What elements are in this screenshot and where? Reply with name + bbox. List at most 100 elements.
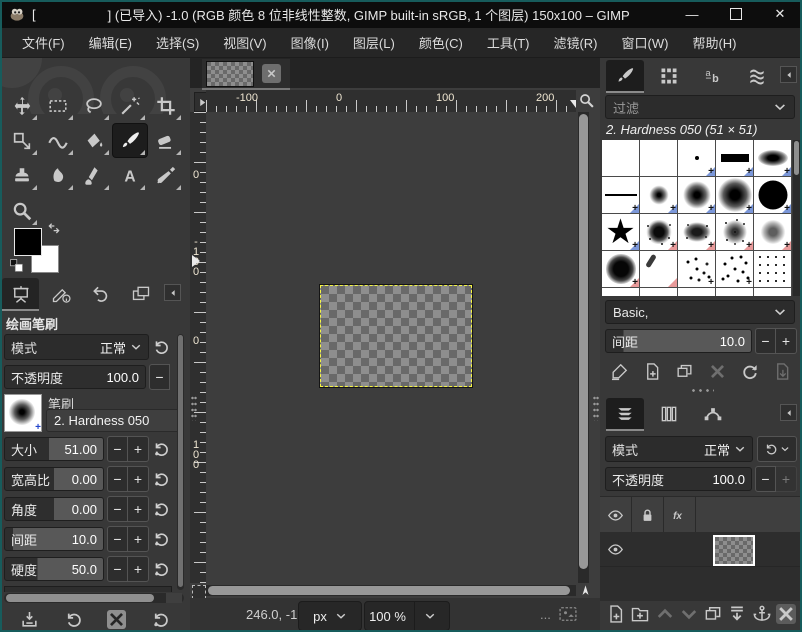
slider-bar[interactable]: 宽高比 0.00	[4, 467, 104, 491]
layer-opacity-increment[interactable]: +	[776, 466, 797, 492]
layer-action-button[interactable]	[752, 604, 772, 624]
dock-tab[interactable]	[694, 398, 732, 429]
tool-button[interactable]	[5, 124, 39, 157]
tool-button[interactable]	[149, 159, 183, 192]
dock-menu-button[interactable]	[780, 66, 797, 83]
tool-button[interactable]	[41, 159, 75, 192]
layer-action-button[interactable]	[703, 604, 723, 624]
canvas-horizontal-scrollbar[interactable]	[206, 585, 576, 596]
tool-options-hscrollbar[interactable]	[4, 593, 184, 603]
reset-button[interactable]	[152, 470, 170, 488]
brush-action-button[interactable]	[773, 362, 792, 381]
brush-grid-scrollbar[interactable]	[793, 140, 800, 296]
brush-item[interactable]: +	[754, 140, 791, 176]
brush-item[interactable]: +	[716, 177, 753, 213]
increment-button[interactable]: +	[128, 436, 149, 462]
opacity-decrement-button[interactable]: −	[149, 364, 170, 390]
canvas-vertical-scrollbar[interactable]	[578, 112, 589, 583]
brush-item[interactable]: +	[754, 251, 791, 287]
menu-item[interactable]: 视图(V)	[211, 28, 278, 58]
save-preset-button[interactable]	[20, 610, 39, 629]
reset-button[interactable]	[152, 560, 170, 578]
vertical-ruler[interactable]: 0-1000100	[190, 112, 207, 583]
tool-button[interactable]: A	[113, 159, 147, 192]
brush-name-field[interactable]: 2. Hardness 050	[46, 409, 181, 432]
dock-menu-button[interactable]	[164, 284, 181, 301]
tool-button[interactable]	[113, 89, 147, 122]
dock-tab[interactable]	[606, 398, 644, 431]
brush-item[interactable]: +	[640, 251, 677, 287]
slider-bar[interactable]: 硬度 50.0	[4, 557, 104, 581]
brush-item[interactable]: +	[602, 177, 639, 213]
increment-button[interactable]: +	[128, 556, 149, 582]
menu-item[interactable]: 窗口(W)	[610, 28, 681, 58]
dock-menu-button[interactable]	[780, 404, 797, 421]
menu-item[interactable]: 工具(T)	[475, 28, 542, 58]
layer-action-button[interactable]	[606, 604, 626, 624]
spacing-decrement-button[interactable]: −	[755, 328, 776, 354]
brush-action-button[interactable]	[675, 362, 694, 381]
slider-bar[interactable]: 角度 0.00	[4, 497, 104, 521]
menu-item[interactable]: 图像(I)	[279, 28, 341, 58]
tool-button[interactable]	[41, 89, 75, 122]
layer-action-button[interactable]	[679, 604, 699, 624]
brush-item[interactable]: +	[754, 214, 791, 250]
brush-item[interactable]: +	[678, 177, 715, 213]
layer-action-button[interactable]	[630, 604, 650, 624]
brush-item[interactable]: +	[678, 140, 715, 176]
layer-header-toggle[interactable]	[632, 497, 664, 533]
panel-resize-grip[interactable]	[593, 395, 599, 421]
brush-item[interactable]: +	[716, 140, 753, 176]
brush-item[interactable]: +	[716, 288, 753, 296]
tool-button[interactable]	[149, 124, 183, 157]
brush-item[interactable]: +	[602, 251, 639, 287]
dock-tab[interactable]	[122, 278, 159, 309]
layer-opacity-decrement[interactable]: −	[755, 466, 776, 492]
increment-button[interactable]: +	[128, 466, 149, 492]
image-layer-checkerboard[interactable]	[320, 285, 472, 387]
dock-tab[interactable]	[82, 278, 119, 309]
image-tab-close-button[interactable]	[262, 64, 281, 83]
dock-tab[interactable]	[606, 60, 644, 93]
unit-select[interactable]: px	[298, 601, 362, 631]
dock-tab[interactable]: ab	[694, 60, 732, 91]
default-colors-icon[interactable]	[9, 258, 24, 273]
dock-drag-handle[interactable]	[690, 388, 714, 393]
decrement-button[interactable]: −	[107, 556, 128, 582]
minimize-button[interactable]: —	[670, 0, 714, 28]
brush-item[interactable]: +	[678, 214, 715, 250]
tool-button[interactable]	[41, 124, 75, 157]
slider-bar[interactable]: 间距 10.0	[4, 527, 104, 551]
spacing-increment-button[interactable]: +	[776, 328, 797, 354]
brush-item[interactable]: +	[602, 140, 639, 176]
tool-button[interactable]	[113, 124, 147, 157]
brush-thumbnail[interactable]	[4, 394, 42, 432]
tool-button[interactable]	[5, 89, 39, 122]
brush-item[interactable]: +	[678, 251, 715, 287]
menu-item[interactable]: 滤镜(R)	[541, 28, 609, 58]
decrement-button[interactable]: −	[107, 526, 128, 552]
brush-action-button[interactable]	[740, 362, 759, 381]
tool-button[interactable]	[5, 159, 39, 192]
brush-item[interactable]: +	[754, 288, 791, 296]
dock-tab[interactable]	[42, 278, 79, 309]
decrement-button[interactable]: −	[107, 436, 128, 462]
dock-tab[interactable]	[650, 398, 688, 429]
layer-action-button[interactable]	[776, 604, 796, 624]
restore-preset-button[interactable]	[64, 610, 83, 629]
brush-item[interactable]: +	[640, 140, 677, 176]
maximize-button[interactable]	[714, 0, 758, 28]
increment-button[interactable]: +	[128, 496, 149, 522]
layer-opacity-slider[interactable]: 不透明度 100.0	[605, 467, 752, 491]
canvas-viewport[interactable]	[206, 112, 576, 583]
brush-item[interactable]: +	[640, 214, 677, 250]
delete-preset-button[interactable]	[107, 610, 126, 629]
brush-item[interactable]: +	[640, 288, 677, 296]
layer-header-toggle[interactable]: fx	[664, 497, 696, 533]
quick-mask-toggle[interactable]	[192, 585, 206, 599]
zoom-follow-window-icon[interactable]	[578, 92, 595, 109]
zoom-select[interactable]: 100 %	[364, 601, 450, 631]
brush-item[interactable]: +	[754, 177, 791, 213]
horizontal-ruler[interactable]: -1000100200	[206, 90, 576, 113]
image-tab[interactable]	[202, 59, 290, 90]
